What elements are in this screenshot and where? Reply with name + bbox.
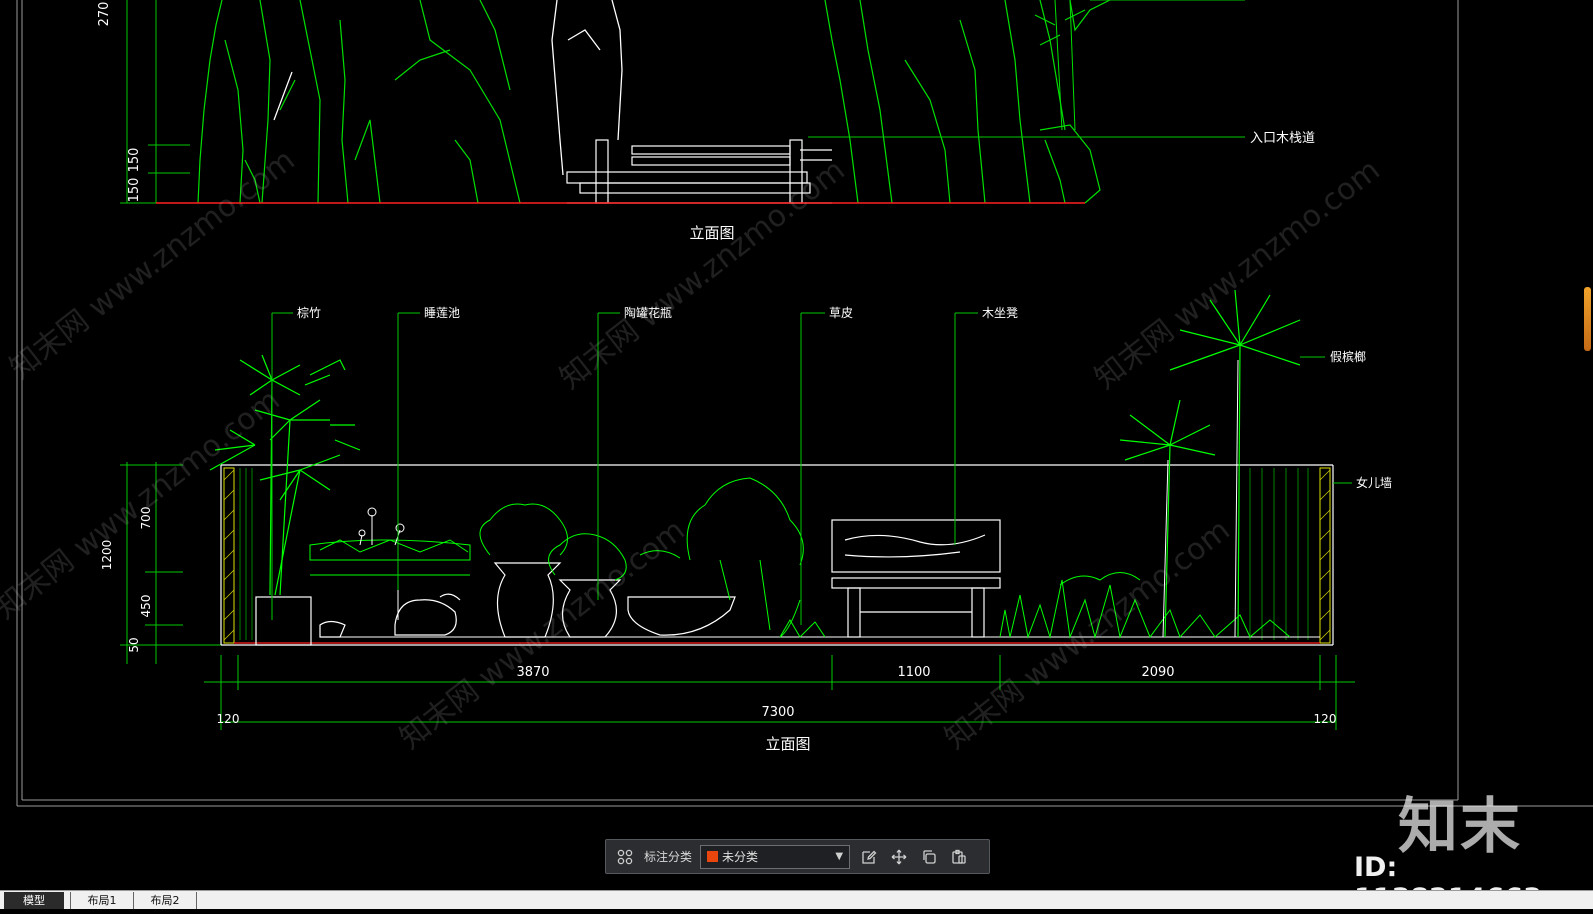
- watermark-2: 知末网 www.znzmo.com: [553, 153, 851, 397]
- dim-120-left: 120: [217, 712, 240, 726]
- top-elevation: 270 150 150 入口木栈道 立面图: [97, 0, 1315, 242]
- rockery-right: [824, 0, 1111, 204]
- callout-boardwalk: 入口木栈道: [1250, 131, 1315, 146]
- callout-areca-palm: 假槟榔: [1330, 349, 1366, 364]
- annotation-toolbar: 标注分类 未分类 ▼: [605, 839, 990, 874]
- callout-lily-pond: 睡莲池: [424, 306, 460, 320]
- cad-model-space[interactable]: 270 150 150 入口木栈道 立面图 700 1200 450 50 棕竹…: [0, 0, 1593, 890]
- bottom-elevation: 700 1200 450 50 棕竹 睡莲池 陶罐花瓶 草皮 木坐凳 假槟榔 女…: [100, 289, 1392, 753]
- paste-icon[interactable]: [948, 846, 970, 868]
- tab-layout2[interactable]: 布局2: [134, 892, 197, 909]
- chevron-down-icon: ▼: [835, 851, 844, 862]
- shrub-a: [479, 503, 568, 556]
- watermark-6: 知末网 www.znzmo.com: [0, 383, 287, 627]
- lily-pond: [309, 539, 471, 576]
- watermark-5: 知末网 www.znzmo.com: [938, 513, 1236, 757]
- dim-50: 50: [127, 637, 141, 652]
- copy-icon[interactable]: [918, 846, 940, 868]
- top-dim-150b: 150: [127, 178, 142, 203]
- bottom-elevation-title: 立面图: [765, 735, 810, 753]
- annotation-category-select[interactable]: 未分类 ▼: [700, 844, 851, 869]
- dim-7300: 7300: [761, 705, 794, 720]
- category-select-value: 未分类: [722, 850, 759, 864]
- dim-1100: 1100: [897, 665, 930, 680]
- category-color-swatch: [707, 851, 719, 862]
- move-icon[interactable]: [888, 846, 910, 868]
- tab-layout1[interactable]: 布局1: [70, 892, 134, 909]
- dim-120-right: 120: [1314, 712, 1337, 726]
- shrub-c: [686, 477, 804, 566]
- top-dim-270: 270: [97, 2, 112, 27]
- callout-palm-bamboo: 棕竹: [297, 305, 321, 320]
- lawn: [779, 572, 1291, 639]
- callout-lawn: 草皮: [829, 306, 853, 320]
- top-dim-150a: 150: [127, 148, 142, 173]
- dim-450: 450: [139, 595, 153, 618]
- grid-icon[interactable]: [614, 846, 636, 868]
- callout-bench: 木坐凳: [982, 305, 1018, 320]
- tab-model[interactable]: 模型: [4, 892, 64, 909]
- wood-bench: [831, 519, 1001, 638]
- annotation-category-label: 标注分类: [644, 850, 693, 864]
- dim-2090: 2090: [1141, 665, 1174, 680]
- layout-tab-bar: 模型 布局1 布局2: [0, 890, 1593, 909]
- palm-bamboo: [209, 354, 361, 596]
- watermark-1: 知末网 www.znzmo.com: [3, 143, 301, 387]
- callout-parapet: 女儿墙: [1356, 475, 1392, 490]
- pond-rocks: [319, 593, 461, 638]
- edit-icon[interactable]: [858, 846, 880, 868]
- scroll-indicator[interactable]: [1584, 287, 1591, 351]
- planter-box: [255, 596, 312, 646]
